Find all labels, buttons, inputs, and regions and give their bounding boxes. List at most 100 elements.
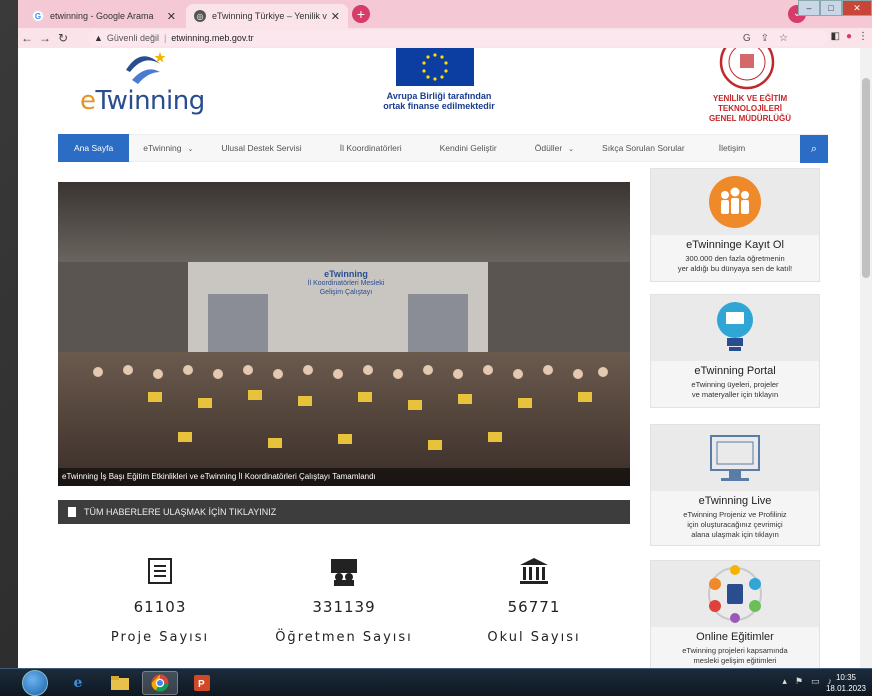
search-button[interactable]: ⌕ <box>800 135 828 163</box>
stat-icon-wrap <box>464 554 604 588</box>
back-icon[interactable]: ← <box>18 31 36 45</box>
folder-taskbar-icon[interactable] <box>102 671 138 695</box>
card-description: eTwinning üyeleri, projeler ve materyall… <box>651 380 819 400</box>
stat-label: Öğretmen Sayısı <box>275 630 413 645</box>
security-label: Güvenli değil <box>106 33 159 43</box>
card-title: Online Eğitimler <box>696 631 774 643</box>
menu-label: Ödüller <box>534 143 563 153</box>
warning-icon[interactable]: ▲ <box>94 33 103 43</box>
card-desc-line: yer aldığı bu dünyaya sen de katıl! <box>677 264 793 273</box>
close-icon[interactable]: ✕ <box>167 10 176 23</box>
slider-banner: eTwinning İl Koordinatörleri Mesleki Gel… <box>306 270 386 297</box>
stat-projects: 61103 Proje Sayısı <box>90 554 230 645</box>
card-desc-line: eTwinning üyeleri, projeler <box>691 380 779 389</box>
stat-label: Proje Sayısı <box>110 630 210 645</box>
all-news-label: TÜM HABERLERE ULAŞMAK İÇİN TIKLAYINIZ <box>84 507 277 517</box>
menu-item-iletisim[interactable]: İletişim <box>699 134 759 162</box>
tab-google-search[interactable]: G etwinning - Google Arama ✕ <box>24 4 184 28</box>
document-icon <box>148 558 172 584</box>
page-scrollbar[interactable] <box>860 48 872 668</box>
menu-label: İletişim <box>718 143 746 153</box>
new-tab-button[interactable]: + <box>352 5 370 23</box>
powerpoint-taskbar-icon[interactable]: P <box>184 671 220 695</box>
etwinning-icon: ◎ <box>194 10 206 22</box>
eu-text-line: ortak finanse edilmektedir <box>383 101 495 111</box>
chevron-down-icon: ⌄ <box>187 146 194 153</box>
banner-title: eTwinning <box>324 269 368 279</box>
all-news-link[interactable]: TÜM HABERLERE ULAŞMAK İÇİN TIKLAYINIZ <box>58 500 630 524</box>
card-desc-line: alana ulaşmak için tıklayın <box>691 530 779 539</box>
reload-icon[interactable]: ↻ <box>54 31 72 45</box>
card-online-training[interactable]: Online Eğitimler eTwinning projeleri kap… <box>650 560 820 668</box>
main-menu: Ana Sayfa eTwinning ⌄ Ulusal Destek Servi… <box>58 134 828 163</box>
card-illustration <box>651 169 819 235</box>
card-description: 300.000 den fazla öğretmenin yer aldığı … <box>651 254 819 274</box>
eu-text-line: Avrupa Birliği tarafından <box>386 91 492 101</box>
menu-label: Kendini Geliştir <box>439 143 497 153</box>
svg-text:P: P <box>198 679 205 690</box>
maximize-button[interactable]: □ <box>820 0 842 16</box>
card-desc-line: eTwinning Projeniz ve Profiliniz <box>683 510 787 519</box>
card-desc-line: mesleki gelişim eğitimleri <box>693 656 777 665</box>
menu-item-etwinning[interactable]: eTwinning ⌄ <box>129 134 207 162</box>
card-desc-line: 300.000 den fazla öğretmenin <box>685 254 785 263</box>
slider-caption[interactable]: eTwinning İş Başı Eğitim Etkinlikleri ve… <box>58 468 630 486</box>
card-live[interactable]: eTwinning Live eTwinning Projeniz ve Pro… <box>650 424 820 546</box>
stat-icon-wrap <box>90 554 230 588</box>
online-learning-icon <box>708 565 762 623</box>
address-bar[interactable]: ▲ Güvenli değil | etwinning.meb.gov.tr G… <box>88 30 828 46</box>
eu-funding-text: Avrupa Birliği tarafından ortak finanse … <box>364 91 514 111</box>
ie-taskbar-icon[interactable]: e <box>60 671 96 695</box>
scrollbar-thumb[interactable] <box>862 78 870 278</box>
minimize-button[interactable]: – <box>798 0 820 16</box>
flag-icon[interactable]: ⚑ <box>795 676 803 687</box>
card-description: eTwinning Projeniz ve Profiliniz için ol… <box>651 510 819 540</box>
window-close-button[interactable]: ✕ <box>842 0 872 16</box>
sidebar-icon[interactable]: ◧ <box>831 31 840 42</box>
monitor-icon <box>710 435 760 481</box>
menu-item-il-koordinatorleri[interactable]: İl Koordinatörleri <box>316 134 416 162</box>
start-button[interactable] <box>22 670 48 696</box>
forward-icon[interactable]: → <box>36 31 54 45</box>
network-icon[interactable]: ▭ <box>811 676 820 687</box>
slider-photo-ceiling <box>58 182 630 262</box>
card-illustration <box>651 561 819 627</box>
menu-item-oduller[interactable]: Ödüller ⌄ <box>511 134 588 162</box>
menu-dots-icon[interactable]: ⋮ <box>858 31 868 42</box>
menu-item-kendini-gelistir[interactable]: Kendini Geliştir <box>416 134 511 162</box>
meb-seal-icon[interactable] <box>718 48 776 92</box>
google-lens-icon[interactable]: G <box>743 33 751 44</box>
card-illustration <box>651 295 819 361</box>
slider-photo-crowd <box>58 352 630 486</box>
menu-label: İl Koordinatörleri <box>339 143 402 153</box>
eu-flag <box>396 48 474 86</box>
chrome-icon <box>151 674 169 692</box>
clock-time: 10:35 <box>835 673 856 682</box>
document-icon <box>68 506 76 517</box>
share-icon[interactable]: ⇪ <box>761 33 769 44</box>
chevron-up-icon[interactable]: ▴ <box>782 676 787 687</box>
etwinning-logo[interactable]: eTwinning <box>80 52 220 116</box>
stat-label: Okul Sayısı <box>487 630 581 645</box>
stat-value: 56771 <box>507 598 561 616</box>
profile-icon[interactable]: ● <box>846 31 852 42</box>
close-icon[interactable]: ✕ <box>331 10 340 23</box>
tab-etwinning[interactable]: ◎ eTwinning Türkiye – Yenilik ve Eğ ✕ <box>186 4 348 28</box>
stat-schools: 56771 Okul Sayısı <box>464 554 604 645</box>
card-title: eTwinninge Kayıt Ol <box>686 239 784 251</box>
card-register[interactable]: eTwinninge Kayıt Ol 300.000 den fazla öğ… <box>650 168 820 282</box>
taskbar-clock[interactable]: 10:35 18.01.2023 <box>826 672 866 694</box>
news-slider[interactable]: eTwinning İl Koordinatörleri Mesleki Gel… <box>58 182 630 486</box>
menu-item-ana-sayfa[interactable]: Ana Sayfa <box>58 134 130 162</box>
eu-stars-icon <box>422 53 448 81</box>
card-portal[interactable]: eTwinning Portal eTwinning üyeleri, proj… <box>650 294 820 408</box>
chrome-taskbar-icon[interactable] <box>142 671 178 695</box>
stat-icon-wrap <box>274 554 414 588</box>
toolbar: ← → ↻ ▲ Güvenli değil | etwinning.meb.go… <box>18 28 872 48</box>
menu-item-ulusal-destek[interactable]: Ulusal Destek Servisi <box>207 134 315 162</box>
bookmark-star-icon[interactable]: ☆ <box>779 33 788 44</box>
meb-title: YENİLİK VE EĞİTİM TEKNOLOJİLERİ GENEL MÜ… <box>680 94 820 124</box>
powerpoint-icon: P <box>194 675 210 691</box>
menu-item-sss[interactable]: Sıkça Sorulan Sorular <box>588 134 699 162</box>
system-tray: ▴ ⚑ ▭ ♪ <box>782 676 832 687</box>
